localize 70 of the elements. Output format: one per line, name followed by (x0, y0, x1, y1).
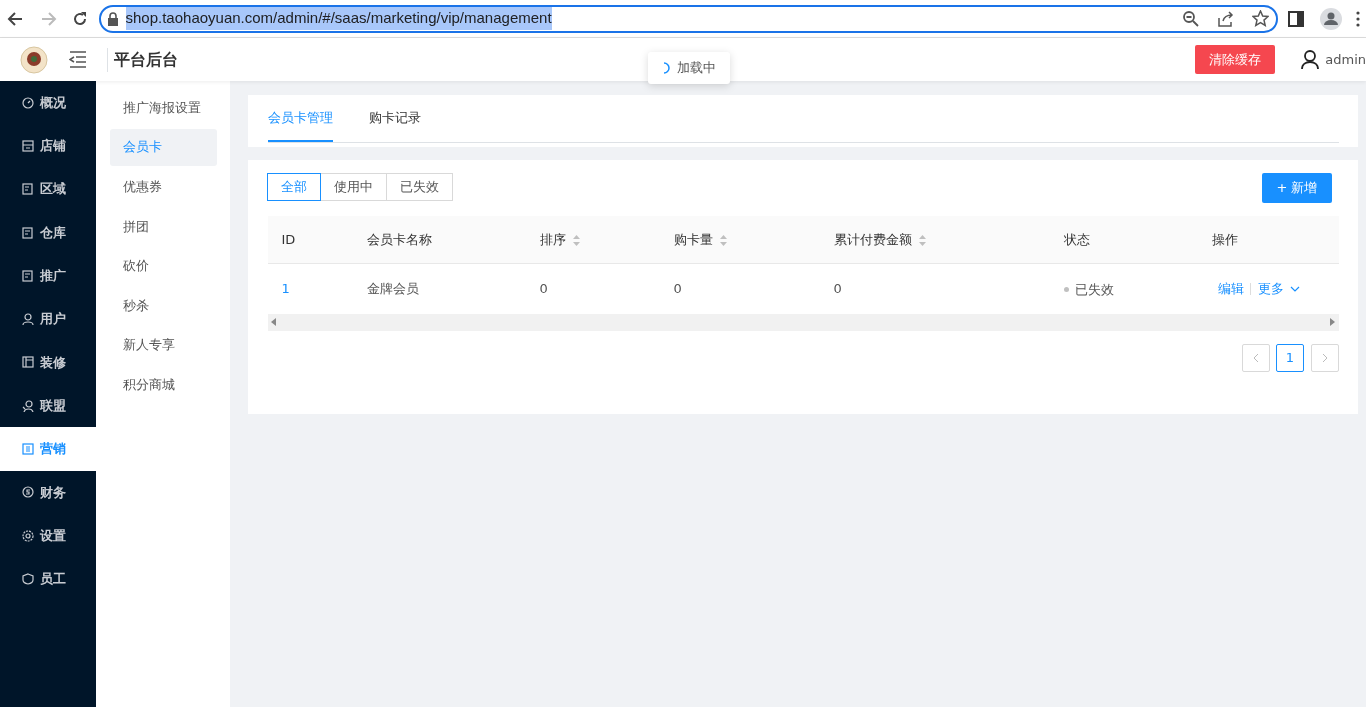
nav-icon (22, 226, 34, 239)
address-bar[interactable]: shop.taohaoyuan.com/admin/#/saas/marketing/vip/management (98, 4, 1278, 33)
header-label: 操作 (1211, 231, 1238, 247)
nav-icon (22, 183, 34, 196)
header-label: 累计付费金额 (833, 231, 912, 247)
user-icon (1300, 49, 1319, 70)
sidebar-item[interactable]: 装修 (0, 340, 96, 385)
scroll-right-icon[interactable] (1330, 318, 1336, 326)
status-text: 已失效 (1075, 280, 1114, 299)
table-cell: 0 (833, 281, 842, 296)
loading-spinner-icon (662, 61, 670, 74)
nav-icon (22, 356, 34, 369)
nav-icon (22, 399, 34, 412)
table-cell: 金牌会员 (366, 281, 419, 296)
side-panel-icon[interactable] (1287, 10, 1304, 27)
app-title: 平台后台 (106, 47, 178, 72)
nav-icon (22, 486, 34, 499)
header-label: 购卡量 (673, 231, 713, 247)
nav-icon (22, 313, 34, 326)
url-text: shop.taohaoyuan.com/admin/#/saas/marketing/vip/management (125, 7, 552, 30)
chevron-right-icon (1321, 353, 1328, 364)
nav-icon (22, 572, 34, 585)
star-icon[interactable] (1252, 10, 1269, 27)
sidebar-item[interactable]: 概况 (0, 81, 96, 125)
sidebar-item[interactable]: 推广 (0, 254, 96, 298)
sidebar-item[interactable]: 员工 (0, 557, 96, 601)
zoom-out-icon[interactable] (1182, 10, 1199, 27)
logo-icon (20, 45, 48, 74)
scroll-left-icon[interactable] (270, 318, 276, 326)
nav-icon (22, 443, 34, 455)
horizontal-scrollbar[interactable] (267, 313, 1339, 331)
table-cell: 0 (673, 281, 682, 296)
filter-tab[interactable]: 已失效 (385, 173, 453, 201)
nav-icon (22, 529, 34, 542)
nav-icon (22, 139, 34, 152)
table-cell: 0 (539, 281, 548, 296)
back-arrow-icon[interactable] (6, 9, 25, 28)
submenu-item[interactable]: 秒杀 (110, 286, 217, 324)
user-name: admin (1325, 50, 1366, 69)
lock-icon (107, 11, 119, 26)
header-label: 排序 (539, 231, 566, 247)
sidebar-item[interactable]: 财务 (0, 470, 96, 514)
sidebar-item[interactable]: 联盟 (0, 384, 96, 428)
share-icon[interactable] (1217, 10, 1234, 27)
submenu-item[interactable]: 推广海报设置 (110, 89, 217, 126)
submenu-item[interactable]: 砍价 (110, 247, 217, 285)
nav-icon (22, 269, 34, 282)
filter-tab[interactable]: 使用中 (319, 173, 387, 201)
clear-cache-button[interactable]: 清除缓存 (1194, 44, 1275, 75)
chevron-left-icon (1252, 353, 1259, 364)
sidebar-item[interactable]: 仓库 (0, 210, 96, 255)
header-label: 会员卡名称 (366, 231, 432, 247)
submenu-item[interactable]: 优惠券 (110, 168, 217, 206)
sidebar-item[interactable]: 用户 (0, 297, 96, 341)
header-label: ID (281, 231, 296, 247)
tab[interactable]: 购卡记录 (368, 108, 421, 142)
submenu-item[interactable]: 拼团 (110, 207, 217, 245)
sidebar-item[interactable]: 店铺 (0, 124, 96, 168)
profile-avatar-icon[interactable] (1319, 7, 1342, 30)
header-label: 状态 (1063, 231, 1090, 247)
chevron-down-icon (1290, 285, 1300, 292)
sidebar-item[interactable]: 设置 (0, 513, 96, 558)
nav-icon (22, 96, 34, 109)
sidebar-item[interactable]: 区域 (0, 167, 96, 211)
user-menu[interactable]: admin (1300, 49, 1366, 70)
menu-icon[interactable] (69, 50, 87, 69)
submenu-item[interactable]: 积分商城 (110, 366, 217, 404)
submenu-item[interactable]: 新人专享 (110, 326, 217, 364)
more-menu-icon[interactable] (1355, 9, 1360, 28)
loading-text: 加载中 (676, 59, 716, 77)
